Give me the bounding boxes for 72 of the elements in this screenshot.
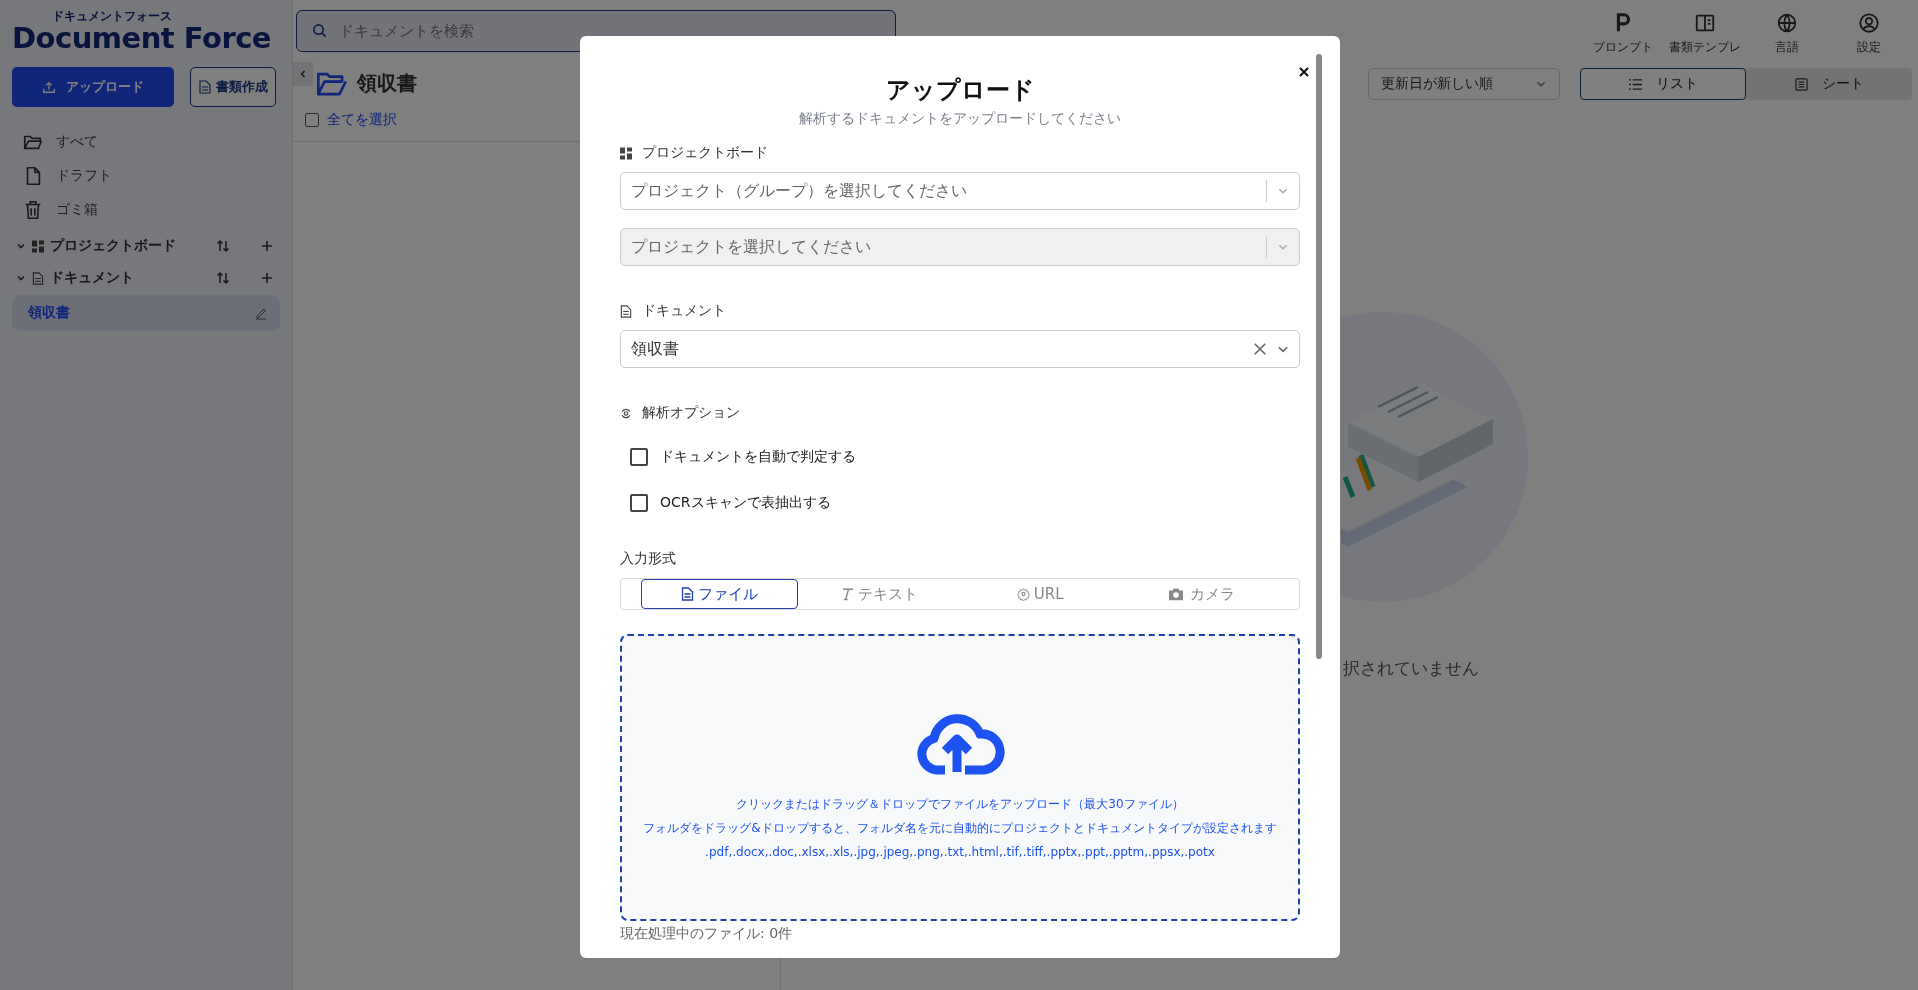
- drop-zone-text: フォルダをドラッグ&ドロップすると、フォルダ名を元に自動的にプロジェクトとドキュメントタイプが設定されます: [643, 820, 1277, 837]
- cloud-upload-icon: [915, 712, 1005, 778]
- field-label: ドキュメント: [642, 302, 726, 320]
- field-label: プロジェクトボード: [642, 144, 768, 162]
- book-icon: [1694, 12, 1716, 34]
- logo[interactable]: Document Force: [12, 23, 272, 53]
- scrollbar[interactable]: [1316, 54, 1322, 659]
- nav-item[interactable]: ゴミ箱: [22, 199, 280, 221]
- table-icon: [1794, 77, 1808, 91]
- grid-icon: [620, 146, 632, 160]
- grid-icon: [32, 239, 44, 253]
- sort-icon[interactable]: [216, 271, 230, 285]
- nav-item[interactable]: ドラフト: [22, 165, 280, 187]
- chevron-icon[interactable]: [16, 273, 26, 283]
- upload-icon: [42, 80, 56, 94]
- nav-item[interactable]: すべて: [22, 131, 280, 153]
- folder-title: 領収書: [357, 70, 417, 97]
- add-icon[interactable]: [260, 271, 274, 285]
- tab[interactable]: カメラ: [1122, 579, 1279, 609]
- sort-icon[interactable]: [216, 239, 230, 253]
- gear-icon: [1016, 587, 1030, 601]
- dialog-title: アップロード: [884, 75, 1036, 106]
- text-format-icon: [841, 587, 855, 601]
- tab[interactable]: ファイル: [641, 579, 798, 609]
- search-icon: [312, 23, 327, 38]
- section-heading: ドキュメント: [50, 269, 135, 287]
- user-icon: [1858, 12, 1880, 34]
- folder-icon: [317, 70, 347, 97]
- globe-icon: [1776, 12, 1798, 34]
- tab[interactable]: テキスト: [801, 579, 958, 609]
- checkbox-label[interactable]: OCRスキャンで表抽出する: [660, 494, 831, 512]
- view-tab[interactable]: シート: [1746, 68, 1912, 100]
- toolbar-button[interactable]: プロンプト: [1582, 12, 1664, 56]
- processing-status: 現在処理中のファイル: 0件: [620, 925, 794, 943]
- chevron-icon[interactable]: [16, 241, 26, 251]
- document-icon: [620, 304, 632, 318]
- pencil-icon[interactable]: [254, 306, 268, 320]
- field-label: 解析オプション: [642, 404, 740, 422]
- document-icon: [198, 80, 212, 94]
- field-label: 入力形式: [620, 550, 676, 568]
- sort-dropdown[interactable]: 更新日が新しい順: [1368, 68, 1560, 100]
- drop-zone-text: .pdf,.docx,.doc,.xlsx,.xls,.jpg,.jpeg,.png,.txt,.html,.tif,.tiff,.pptx,.ppt,.pptm,.ppsx,.potx: [705, 844, 1215, 861]
- chevron-left-icon: [298, 69, 308, 79]
- refresh-icon: [620, 406, 632, 420]
- view-tab[interactable]: リスト: [1580, 68, 1746, 100]
- file-icon: [680, 587, 694, 601]
- upload-button[interactable]: アップロード: [12, 67, 174, 107]
- project-select[interactable]: プロジェクト（グループ）を選択してください: [620, 172, 1300, 210]
- sidebar-item[interactable]: 領収書: [12, 295, 280, 331]
- select-all-label[interactable]: 全てを選択: [327, 111, 397, 129]
- section-heading: プロジェクトボード: [50, 237, 177, 255]
- drop-zone[interactable]: クリックまたはドラッグ＆ドロップでファイルをアップロード（最大30ファイル） フォルダをドラッグ&ドロップすると、フォルダ名を元に自動的にプロジェクトとドキュメントタイプが設定されます .pdf,.docx,.doc,.xlsx,.xls,.jpg,.jpeg,.png,.txt,.html,.tif,.tiff,.pptx,.ppt,.pptm,.ppsx,.potx: [620, 634, 1300, 921]
- collapse-button[interactable]: [293, 62, 313, 86]
- toolbar-button[interactable]: 書類テンプレ: [1664, 12, 1746, 56]
- close-icon: [1298, 66, 1310, 78]
- toolbar-button[interactable]: 言語: [1746, 12, 1828, 56]
- tab[interactable]: URL: [962, 579, 1119, 609]
- create-document-button[interactable]: 書類作成: [190, 67, 276, 107]
- document-select[interactable]: 領収書: [620, 330, 1300, 368]
- checkbox[interactable]: [630, 448, 648, 466]
- document-icon: [32, 271, 44, 285]
- toolbar-button[interactable]: 設定: [1828, 12, 1910, 56]
- clear-icon[interactable]: [1253, 342, 1267, 356]
- empty-message: 択されていません: [1343, 657, 1479, 680]
- checkbox-label[interactable]: ドキュメントを自動で判定する: [660, 448, 856, 466]
- drop-zone-text: クリックまたはドラッグ＆ドロップでファイルをアップロード（最大30ファイル）: [736, 796, 1184, 813]
- add-icon[interactable]: [260, 239, 274, 253]
- list-icon: [1628, 77, 1642, 91]
- logo-subtitle: ドキュメントフォース: [52, 10, 172, 23]
- checkbox[interactable]: [305, 113, 319, 127]
- dialog-subtitle: 解析するドキュメントをアップロードしてください: [798, 110, 1122, 128]
- checkbox[interactable]: [630, 494, 648, 512]
